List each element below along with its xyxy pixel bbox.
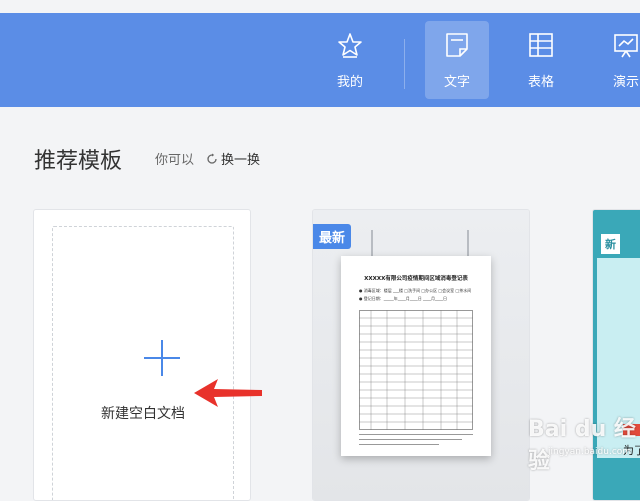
template-doc-notes	[359, 434, 473, 450]
table-icon	[529, 33, 553, 57]
red-arrow-annotation	[194, 379, 262, 407]
nav-item-mine[interactable]: 我的	[318, 21, 382, 99]
template-doc-title: XXXXX有限公司疫情期间区域消毒登记表	[364, 276, 468, 282]
nav-divider	[404, 39, 405, 89]
template-doc-table	[359, 310, 473, 430]
section-hint: 你可以	[155, 153, 195, 168]
refresh-button[interactable]: 换一换	[206, 149, 260, 168]
section-title: 推荐模板	[34, 149, 123, 174]
template2-tag: 新	[601, 234, 620, 254]
template-preview-paper: XXXXX有限公司疫情期间区域消毒登记表 ● 消毒区域：楼层 ___楼 □洗手间…	[341, 256, 491, 456]
nav-label-sheet: 表格	[527, 75, 554, 90]
template-card-disinfection[interactable]: 最新 XXXXX有限公司疫情期间区域消毒登记表 ● 消毒区域：楼层 ___楼 □…	[312, 209, 530, 501]
refresh-icon	[207, 153, 217, 164]
template-doc-line-date: ● 登记日期：_____年____月____日 ____月____日	[359, 296, 448, 301]
document-icon	[446, 33, 468, 57]
plus-icon	[144, 340, 180, 376]
blank-card-dashed-area: 新建空白文档	[52, 226, 234, 500]
presentation-icon	[614, 34, 638, 58]
new-badge: 最新	[313, 224, 352, 249]
nav-label-present: 演示	[612, 75, 639, 90]
header-bar: 我的 文字 表格 演示	[0, 13, 640, 107]
star-icon	[338, 33, 362, 58]
nav-item-sheet[interactable]: 表格	[509, 21, 573, 99]
nav-item-text[interactable]: 文字	[425, 21, 489, 99]
top-strip	[0, 0, 640, 13]
template-doc-line-area: ● 消毒区域：楼层 ___楼 □洗手间 □办公区 □会议室 □茶水间	[359, 288, 472, 293]
baidu-jingyan-watermark: Bai du 经验	[528, 417, 636, 474]
hanger-string-right	[467, 230, 469, 258]
nav-item-present[interactable]: 演示	[594, 21, 640, 99]
new-blank-document-card[interactable]: 新建空白文档	[33, 209, 251, 501]
refresh-label: 换一换	[221, 153, 261, 168]
nav-label-text: 文字	[443, 75, 470, 90]
hanger-string-left	[371, 230, 373, 258]
watermark-url: jingyan.baidu.com	[548, 447, 632, 457]
nav-label-mine: 我的	[336, 75, 363, 90]
